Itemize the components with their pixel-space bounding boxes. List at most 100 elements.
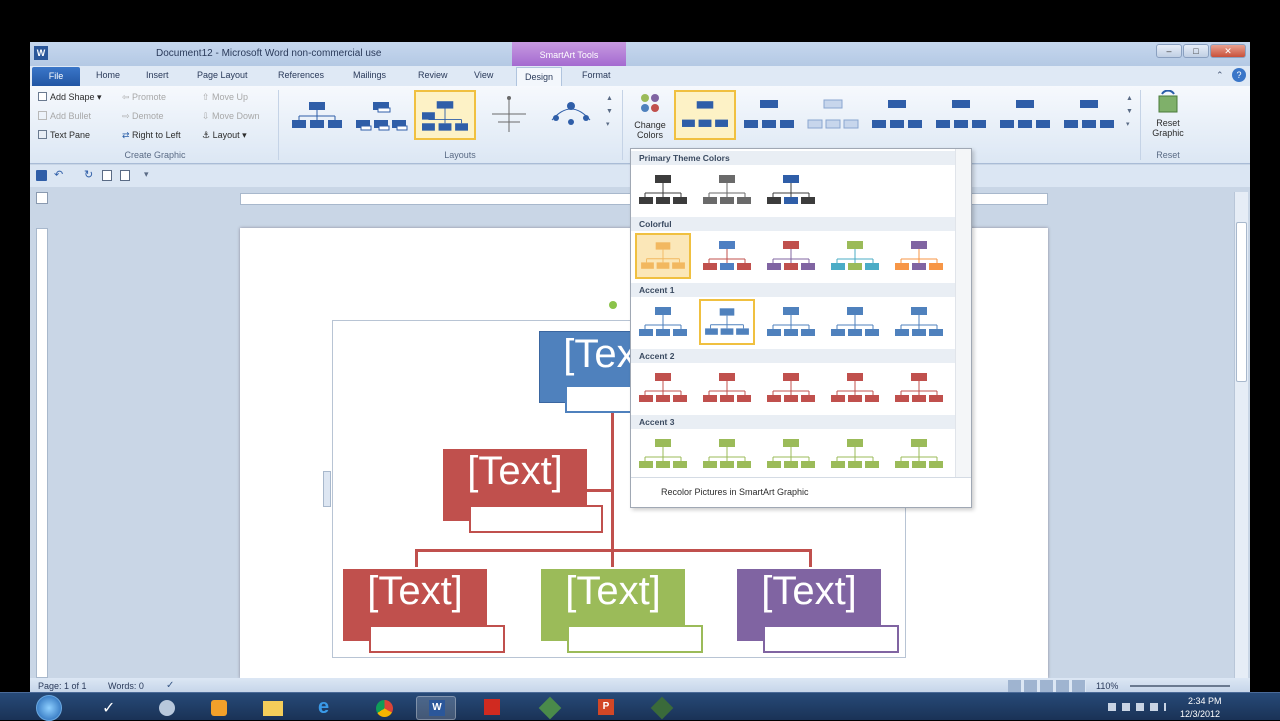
- styles-scroll[interactable]: ▲ ▼ ▾: [1126, 92, 1133, 131]
- ribbon-minimize-icon[interactable]: ⌃: [1216, 70, 1224, 81]
- taskbar-word-icon[interactable]: W: [416, 696, 456, 720]
- style-thumb-polished[interactable]: [994, 90, 1056, 140]
- tab-view[interactable]: View: [474, 70, 493, 80]
- taskbar-chrome-icon[interactable]: [364, 696, 404, 720]
- color-swatch[interactable]: [891, 365, 947, 411]
- help-icon[interactable]: ?: [1232, 68, 1246, 82]
- smartart-child-text[interactable]: [Text]: [761, 569, 857, 613]
- tab-home[interactable]: Home: [96, 70, 120, 80]
- style-thumb-moderate[interactable]: [866, 90, 928, 140]
- style-thumb-simple-fill[interactable]: [674, 90, 736, 140]
- tab-page-layout[interactable]: Page Layout: [197, 70, 248, 80]
- taskbar-settings-icon[interactable]: [146, 696, 186, 720]
- color-swatch[interactable]: [827, 299, 883, 345]
- ruler-toggle[interactable]: [36, 192, 48, 204]
- smartart-child-subbox[interactable]: [763, 625, 899, 653]
- close-button[interactable]: ✕: [1210, 44, 1246, 58]
- layout-button[interactable]: ⚓ Layout ▾: [202, 130, 247, 141]
- color-swatch[interactable]: [763, 365, 819, 411]
- color-swatch[interactable]: [699, 365, 755, 411]
- scrollbar-thumb[interactable]: [1236, 222, 1247, 382]
- color-swatch[interactable]: [699, 167, 755, 213]
- color-swatch[interactable]: [699, 233, 755, 279]
- move-up-button[interactable]: ⇧ Move Up: [202, 92, 248, 103]
- taskbar-app-icon[interactable]: [530, 696, 570, 720]
- layout-thumb-name-title-org[interactable]: [350, 90, 412, 140]
- color-swatch[interactable]: [635, 167, 691, 213]
- add-shape-button[interactable]: Add Shape ▾: [38, 92, 102, 103]
- clock-time[interactable]: 2:34 PM: [1188, 696, 1222, 706]
- new-document-icon[interactable]: [120, 170, 130, 181]
- taskbar-powerpoint-icon[interactable]: P: [586, 696, 626, 720]
- color-swatch[interactable]: [891, 299, 947, 345]
- add-bullet-button[interactable]: Add Bullet: [38, 111, 91, 121]
- tab-review[interactable]: Review: [418, 70, 448, 80]
- change-colors-button[interactable]: Change Colors: [628, 90, 672, 148]
- move-down-button[interactable]: ⇩ Move Down: [202, 111, 260, 122]
- minimize-button[interactable]: –: [1156, 44, 1182, 58]
- taskbar-app2-icon[interactable]: [642, 696, 682, 720]
- color-swatch[interactable]: [763, 299, 819, 345]
- color-swatch[interactable]: [635, 299, 691, 345]
- color-swatch[interactable]: [635, 431, 691, 477]
- color-swatch[interactable]: [827, 431, 883, 477]
- color-swatch[interactable]: [827, 233, 883, 279]
- color-swatch[interactable]: [763, 431, 819, 477]
- right-to-left-button[interactable]: ⇄ Right to Left: [122, 130, 181, 141]
- tab-references[interactable]: References: [278, 70, 324, 80]
- smartart-child-text[interactable]: [Text]: [367, 569, 463, 613]
- vertical-scrollbar[interactable]: [1234, 192, 1248, 680]
- text-pane-button[interactable]: Text Pane: [38, 130, 90, 140]
- text-pane-toggle[interactable]: [323, 471, 331, 507]
- color-swatch[interactable]: [763, 167, 819, 213]
- recolor-pictures-option[interactable]: Recolor Pictures in SmartArt Graphic: [631, 477, 971, 507]
- start-button[interactable]: [36, 695, 62, 721]
- redo-icon[interactable]: ↻: [84, 168, 93, 181]
- taskbar-explorer-icon[interactable]: [252, 696, 292, 720]
- layout-thumb-horizontal-hierarchy[interactable]: [478, 90, 540, 140]
- zoom-slider[interactable]: [1130, 685, 1230, 687]
- view-buttons[interactable]: [1008, 680, 1086, 692]
- maximize-button[interactable]: □: [1183, 44, 1209, 58]
- reset-graphic-button[interactable]: Reset Graphic: [1146, 89, 1190, 148]
- layout-thumb-circle-hierarchy[interactable]: [540, 90, 602, 140]
- color-swatch[interactable]: [699, 431, 755, 477]
- style-thumb-inset[interactable]: [1058, 90, 1120, 140]
- vertical-ruler[interactable]: [36, 228, 48, 678]
- save-icon[interactable]: [36, 170, 47, 181]
- rotate-handle[interactable]: [609, 301, 617, 309]
- style-thumb-white-outline[interactable]: [738, 90, 800, 140]
- style-thumb-intense[interactable]: [930, 90, 992, 140]
- taskbar-ie-icon[interactable]: e: [308, 696, 348, 720]
- style-thumb-subtle[interactable]: [802, 90, 864, 140]
- zoom-level[interactable]: 110%: [1096, 681, 1118, 691]
- color-swatch[interactable]: [827, 365, 883, 411]
- clock-date[interactable]: 12/3/2012: [1180, 709, 1220, 719]
- color-swatch[interactable]: [699, 299, 755, 345]
- demote-button[interactable]: ⇨ Demote: [122, 111, 164, 122]
- tab-mailings[interactable]: Mailings: [353, 70, 386, 80]
- color-swatch[interactable]: [891, 431, 947, 477]
- tab-format[interactable]: Format: [582, 70, 611, 80]
- tab-file[interactable]: File: [32, 67, 80, 86]
- smartart-child-subbox[interactable]: [567, 625, 703, 653]
- undo-icon[interactable]: ↶: [54, 168, 63, 181]
- word-count[interactable]: Words: 0: [108, 681, 144, 691]
- page-count[interactable]: Page: 1 of 1: [38, 681, 87, 691]
- tab-design[interactable]: Design: [516, 67, 562, 86]
- word-app-icon[interactable]: W: [34, 46, 48, 60]
- taskbar-acrobat-icon[interactable]: [472, 696, 512, 720]
- promote-button[interactable]: ⇦ Promote: [122, 92, 166, 103]
- color-swatch[interactable]: [891, 233, 947, 279]
- print-preview-icon[interactable]: [102, 170, 112, 181]
- taskbar-media-icon[interactable]: [198, 696, 238, 720]
- proofing-icon[interactable]: ✓: [166, 680, 174, 691]
- color-swatch[interactable]: [635, 365, 691, 411]
- customize-qat-icon[interactable]: ▾: [144, 169, 149, 180]
- smartart-child-subbox[interactable]: [369, 625, 505, 653]
- gallery-scrollbar[interactable]: [955, 149, 971, 477]
- smartart-assistant-text[interactable]: [Text]: [467, 449, 563, 493]
- layout-thumb-selected[interactable]: [414, 90, 476, 140]
- tray-icons[interactable]: [1108, 703, 1166, 711]
- layout-thumb-org-chart[interactable]: [286, 90, 348, 140]
